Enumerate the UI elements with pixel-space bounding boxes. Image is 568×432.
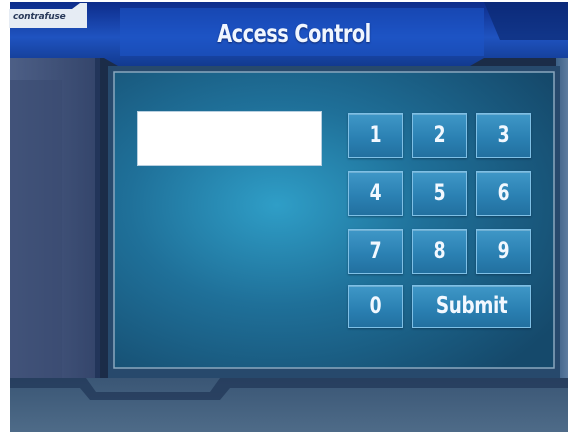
keypad-key-5[interactable]: 5 — [412, 171, 467, 216]
brand-logo: contrafuse — [13, 12, 66, 22]
left-side-edge — [95, 30, 100, 380]
keypad-key-2[interactable]: 2 — [412, 113, 467, 158]
code-display[interactable] — [137, 111, 322, 166]
keypad-key-3[interactable]: 3 — [476, 113, 531, 158]
background-scene — [9, 2, 568, 432]
access-control-screen: contrafuse Access Control 1 2 3 4 5 6 7 … — [0, 0, 568, 432]
keypad-key-1[interactable]: 1 — [348, 113, 403, 158]
keypad-key-7[interactable]: 7 — [348, 229, 403, 274]
submit-button[interactable]: Submit — [412, 285, 531, 328]
left-side-shade — [10, 80, 62, 400]
keypad-key-4[interactable]: 4 — [348, 171, 403, 216]
keypad-key-0[interactable]: 0 — [348, 285, 403, 328]
keypad-key-6[interactable]: 6 — [476, 171, 531, 216]
keypad-key-9[interactable]: 9 — [476, 229, 531, 274]
page-title: Access Control — [217, 19, 371, 48]
keypad-key-8[interactable]: 8 — [412, 229, 467, 274]
